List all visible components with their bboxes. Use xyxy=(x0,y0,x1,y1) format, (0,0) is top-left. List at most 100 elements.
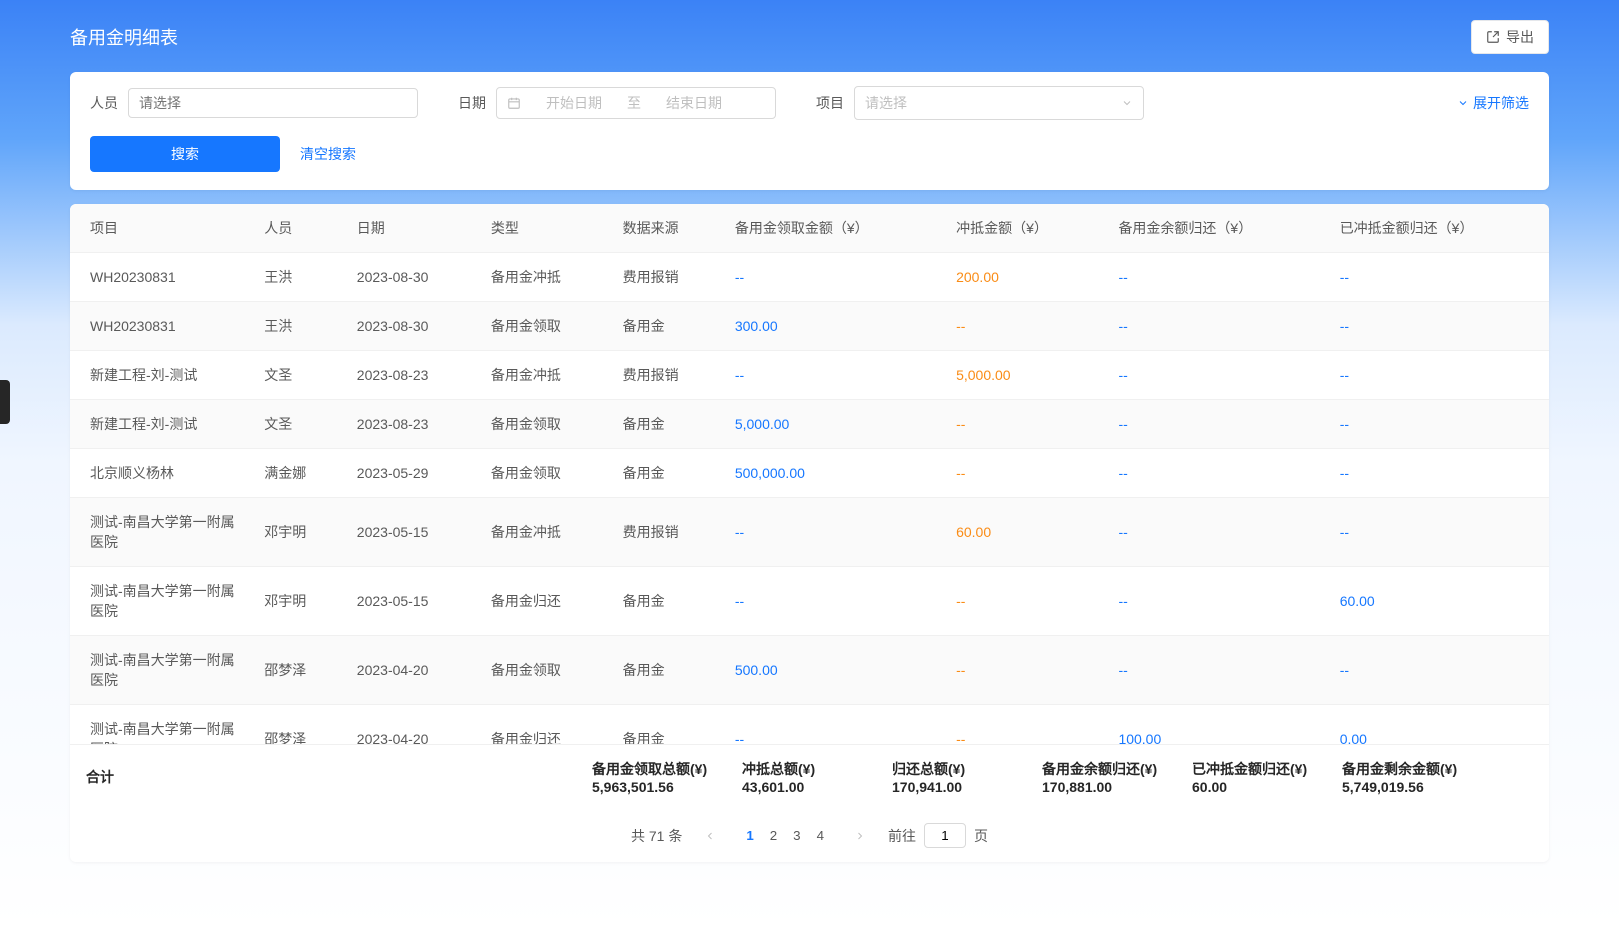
table-cell: -- xyxy=(1106,351,1327,400)
table-panel: 项目人员日期类型数据来源备用金领取金额（¥）冲抵金额（¥）备用金余额归还（¥）已… xyxy=(70,204,1549,862)
table-cell: -- xyxy=(723,567,944,636)
chevron-down-icon xyxy=(1457,97,1469,109)
pagination: 共 71 条 1234 前往 页 xyxy=(70,809,1549,862)
table-row[interactable]: 北京顺义杨林满金娜2023-05-29备用金领取备用金500,000.00---… xyxy=(70,449,1549,498)
table-row[interactable]: 测试-南昌大学第一附属医院邵梦泽2023-04-20备用金领取备用金500.00… xyxy=(70,636,1549,705)
date-start-input[interactable] xyxy=(529,95,619,111)
table-cell: 200.00 xyxy=(944,253,1106,302)
table-cell: 500,000.00 xyxy=(723,449,944,498)
table-cell: 备用金冲抵 xyxy=(479,253,611,302)
table-cell: 60.00 xyxy=(1328,567,1549,636)
table-cell: 备用金领取 xyxy=(479,400,611,449)
date-end-input[interactable] xyxy=(649,95,739,111)
table-cell: 王洪 xyxy=(252,302,345,351)
table-cell: -- xyxy=(944,636,1106,705)
table-cell: WH20230831 xyxy=(70,253,252,302)
pagination-total: 共 71 条 xyxy=(631,826,682,846)
side-handle[interactable] xyxy=(0,380,10,424)
table-cell: -- xyxy=(1106,449,1327,498)
table-cell: WH20230831 xyxy=(70,302,252,351)
person-label: 人员 xyxy=(90,93,118,113)
table-cell: 满金娜 xyxy=(252,449,345,498)
table-cell: 邵梦泽 xyxy=(252,636,345,705)
table-cell: -- xyxy=(1328,498,1549,567)
summary-item: 冲抵总额(¥)43,601.00 xyxy=(742,759,862,795)
table-cell: -- xyxy=(723,253,944,302)
table-cell: 北京顺义杨林 xyxy=(70,449,252,498)
table-row[interactable]: 新建工程-刘-测试文圣2023-08-23备用金冲抵费用报销--5,000.00… xyxy=(70,351,1549,400)
table-cell: -- xyxy=(944,567,1106,636)
table-cell: 2023-04-20 xyxy=(345,636,479,705)
goto-before: 前往 xyxy=(888,826,916,846)
goto-after: 页 xyxy=(974,826,988,846)
page-number-button[interactable]: 3 xyxy=(785,824,808,847)
filter-panel: 人员 日期 至 项目 请选择 展 xyxy=(70,72,1549,190)
table-cell: 备用金冲抵 xyxy=(479,498,611,567)
table-cell: -- xyxy=(944,705,1106,745)
table-row[interactable]: 测试-南昌大学第一附属医院邵梦泽2023-04-20备用金归还备用金----10… xyxy=(70,705,1549,745)
table-cell: 文圣 xyxy=(252,400,345,449)
summary-item: 归还总额(¥)170,941.00 xyxy=(892,759,1012,795)
search-button[interactable]: 搜索 xyxy=(90,136,280,172)
table-cell: -- xyxy=(1106,498,1327,567)
summary-item: 已冲抵金额归还(¥)60.00 xyxy=(1192,759,1312,795)
project-label: 项目 xyxy=(816,93,844,113)
table-cell: 300.00 xyxy=(723,302,944,351)
table-row[interactable]: WH20230831王洪2023-08-30备用金领取备用金300.00----… xyxy=(70,302,1549,351)
table-cell: 60.00 xyxy=(944,498,1106,567)
table-cell: 2023-05-15 xyxy=(345,498,479,567)
page-title: 备用金明细表 xyxy=(70,24,178,50)
project-select[interactable]: 请选择 xyxy=(854,86,1144,120)
chevron-left-icon xyxy=(704,830,716,842)
table-cell: -- xyxy=(723,351,944,400)
page-number-button[interactable]: 1 xyxy=(738,824,761,847)
table-row[interactable]: WH20230831王洪2023-08-30备用金冲抵费用报销--200.00-… xyxy=(70,253,1549,302)
person-input[interactable] xyxy=(128,88,418,118)
table-cell: -- xyxy=(1328,351,1549,400)
table-cell: 2023-05-29 xyxy=(345,449,479,498)
table-cell: 2023-08-30 xyxy=(345,302,479,351)
table-cell: 备用金领取 xyxy=(479,636,611,705)
summary-label: 合计 xyxy=(82,767,592,787)
goto-page-input[interactable] xyxy=(924,823,966,848)
page-number-button[interactable]: 4 xyxy=(809,824,832,847)
table-cell: 2023-08-23 xyxy=(345,351,479,400)
table-row[interactable]: 新建工程-刘-测试文圣2023-08-23备用金领取备用金5,000.00---… xyxy=(70,400,1549,449)
expand-filter-label: 展开筛选 xyxy=(1473,93,1529,113)
table-cell: 备用金 xyxy=(611,302,723,351)
table-cell: 邓宇明 xyxy=(252,567,345,636)
next-page-button[interactable] xyxy=(848,824,872,848)
table-row[interactable]: 测试-南昌大学第一附属医院邓宇明2023-05-15备用金归还备用金------… xyxy=(70,567,1549,636)
table-cell: 备用金 xyxy=(611,636,723,705)
table-cell: 备用金 xyxy=(611,567,723,636)
table-cell: -- xyxy=(1328,636,1549,705)
date-range-picker[interactable]: 至 xyxy=(496,87,776,119)
page-number-button[interactable]: 2 xyxy=(762,824,785,847)
project-placeholder: 请选择 xyxy=(865,93,907,113)
table-cell: 5,000.00 xyxy=(944,351,1106,400)
table-cell: -- xyxy=(1106,302,1327,351)
table-cell: 备用金归还 xyxy=(479,705,611,745)
table-cell: 测试-南昌大学第一附属医院 xyxy=(70,498,252,567)
table-cell: 邓宇明 xyxy=(252,498,345,567)
export-button[interactable]: 导出 xyxy=(1471,20,1549,54)
table-cell: 新建工程-刘-测试 xyxy=(70,400,252,449)
table-cell: 费用报销 xyxy=(611,498,723,567)
column-header: 冲抵金额（¥） xyxy=(944,204,1106,253)
column-header: 类型 xyxy=(479,204,611,253)
table-cell: -- xyxy=(944,302,1106,351)
expand-filter-button[interactable]: 展开筛选 xyxy=(1457,93,1529,113)
prev-page-button[interactable] xyxy=(698,824,722,848)
table-row[interactable]: 测试-南昌大学第一附属医院邓宇明2023-05-15备用金冲抵费用报销--60.… xyxy=(70,498,1549,567)
table-cell: 2023-08-23 xyxy=(345,400,479,449)
table-cell: 2023-08-30 xyxy=(345,253,479,302)
column-header: 已冲抵金额归还（¥） xyxy=(1328,204,1549,253)
table-cell: 备用金 xyxy=(611,705,723,745)
table-cell: 备用金 xyxy=(611,400,723,449)
clear-search-button[interactable]: 清空搜索 xyxy=(300,144,356,164)
table-cell: 备用金领取 xyxy=(479,449,611,498)
table-cell: 测试-南昌大学第一附属医院 xyxy=(70,567,252,636)
table-cell: -- xyxy=(1328,253,1549,302)
table-cell: 100.00 xyxy=(1106,705,1327,745)
table-cell: 0.00 xyxy=(1328,705,1549,745)
